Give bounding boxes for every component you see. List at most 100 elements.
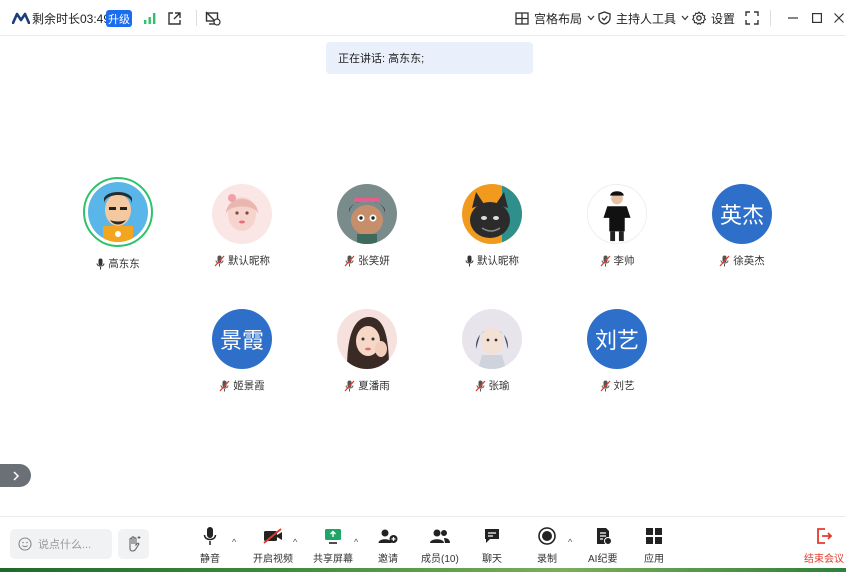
mic-icon xyxy=(203,527,217,545)
raise-hand-icon xyxy=(128,536,140,552)
participant-name: 张瑜 xyxy=(475,378,510,393)
participant-name: 高东东 xyxy=(96,256,140,271)
record-icon xyxy=(538,527,556,545)
avatar: 刘艺 xyxy=(587,309,647,369)
camera-off-icon xyxy=(263,528,282,544)
host-tools-menu[interactable]: 主持人工具 xyxy=(598,0,689,36)
divider xyxy=(770,0,771,36)
participant-tile[interactable]: 默认昵称 xyxy=(437,184,547,268)
bottom-toolbar: 说点什么... 静音 ^ 开启视频 ^ 共享屏幕 ^ 邀请 成员(10) 聊天 … xyxy=(0,516,846,572)
mic-icon xyxy=(465,255,474,266)
add-user-icon xyxy=(378,529,398,543)
man-black-tshirt-avatar-icon xyxy=(588,185,646,243)
cartoon-girl-avatar-icon xyxy=(337,184,397,244)
members-button[interactable]: 成员(10) xyxy=(421,525,459,565)
mic-muted-icon xyxy=(219,380,230,391)
external-window-icon[interactable] xyxy=(167,0,182,36)
participant-name: 李帅 xyxy=(600,253,635,268)
participant-name: 徐英杰 xyxy=(719,253,765,268)
emoji-icon xyxy=(18,537,32,551)
start-video-button[interactable]: 开启视频 xyxy=(253,525,293,565)
end-meeting-button[interactable]: 结束会议 xyxy=(804,525,844,565)
side-panel-toggle[interactable] xyxy=(0,464,31,487)
avatar xyxy=(212,184,272,244)
layout-label: 宫格布局 xyxy=(534,11,583,26)
participant-tile[interactable]: 英杰 徐英杰 xyxy=(687,184,797,268)
participant-tile[interactable]: 景霞 姬景霞 xyxy=(187,309,297,393)
layout-menu[interactable]: 宫格布局 xyxy=(515,0,595,36)
participant-name: 姬景霞 xyxy=(219,378,265,393)
invite-button[interactable]: 邀请 xyxy=(378,525,398,565)
signal-icon[interactable] xyxy=(143,0,157,36)
raise-hand-button[interactable] xyxy=(118,529,149,559)
settings-button[interactable]: 设置 xyxy=(692,0,735,36)
members-icon xyxy=(429,529,450,543)
close-icon[interactable] xyxy=(834,0,844,36)
participant-tile[interactable]: 张笑妍 xyxy=(312,184,422,268)
chat-icon xyxy=(485,529,499,543)
exit-icon xyxy=(817,528,833,544)
quick-chat-input[interactable]: 说点什么... xyxy=(10,529,112,559)
participant-name: 夏潘雨 xyxy=(344,378,390,393)
record-button[interactable]: 录制 xyxy=(537,525,557,565)
mic-muted-icon xyxy=(600,380,610,391)
shield-icon xyxy=(598,11,611,25)
mic-muted-icon xyxy=(475,380,485,391)
ai-notes-icon xyxy=(596,528,612,545)
participant-tile[interactable]: 李帅 xyxy=(562,184,672,268)
participant-name: 张笑妍 xyxy=(344,253,390,268)
apps-icon xyxy=(646,528,662,544)
avatar xyxy=(83,177,153,247)
participant-tile[interactable]: 刘艺 刘艺 xyxy=(562,309,672,393)
settings-label: 设置 xyxy=(711,11,736,26)
mic-muted-icon xyxy=(344,380,355,391)
participant-name: 默认昵称 xyxy=(465,253,519,268)
avatar xyxy=(462,184,522,244)
anime-man-avatar-icon xyxy=(462,309,522,369)
screen-share-off-icon[interactable] xyxy=(205,0,221,36)
chevron-down-icon xyxy=(587,15,595,21)
cartoon-man-avatar-icon xyxy=(88,182,148,242)
chevron-down-icon xyxy=(681,15,689,21)
mic-icon xyxy=(96,258,105,269)
avatar: 景霞 xyxy=(212,309,272,369)
avatar xyxy=(337,309,397,369)
mic-muted-icon xyxy=(214,255,225,266)
share-options-caret[interactable]: ^ xyxy=(354,537,358,547)
chat-button[interactable]: 聊天 xyxy=(482,525,502,565)
maximize-icon[interactable] xyxy=(812,0,822,36)
chevron-right-icon xyxy=(12,470,19,481)
woman-selfie-avatar-icon xyxy=(337,309,397,369)
black-cat-avatar-icon xyxy=(462,184,522,244)
mute-button[interactable]: 静音 xyxy=(200,525,220,565)
share-screen-icon xyxy=(325,529,341,544)
video-options-caret[interactable]: ^ xyxy=(293,537,297,547)
mic-muted-icon xyxy=(600,255,610,266)
host-tools-label: 主持人工具 xyxy=(616,11,677,26)
taskbar-strip xyxy=(0,568,846,572)
fullscreen-icon[interactable] xyxy=(745,0,759,36)
avatar xyxy=(587,184,647,244)
participant-tile[interactable]: 默认昵称 xyxy=(187,184,297,268)
remaining-time: 剩余时长03:49 xyxy=(32,11,111,26)
record-options-caret[interactable]: ^ xyxy=(568,537,572,547)
mic-options-caret[interactable]: ^ xyxy=(232,537,236,547)
avatar xyxy=(462,309,522,369)
participant-tile[interactable]: 夏潘雨 xyxy=(312,309,422,393)
chat-placeholder: 说点什么... xyxy=(38,539,92,551)
participant-name: 刘艺 xyxy=(600,378,635,393)
ai-notes-button[interactable]: AI纪要 xyxy=(588,525,617,565)
mic-muted-icon xyxy=(719,255,730,266)
share-screen-button[interactable]: 共享屏幕 xyxy=(313,525,353,565)
speaking-indicator: 正在讲话: 高东东; xyxy=(326,42,533,74)
top-bar: 剩余时长03:49 升级 宫格布局 主持人工具 设置 xyxy=(0,0,846,36)
minimize-icon[interactable] xyxy=(788,0,798,36)
upgrade-button[interactable]: 升级 xyxy=(106,10,132,27)
apps-button[interactable]: 应用 xyxy=(644,525,664,565)
participant-name: 默认昵称 xyxy=(214,253,270,268)
grid-layout-icon xyxy=(515,11,529,25)
gear-icon xyxy=(692,11,706,25)
participant-tile[interactable]: 张瑜 xyxy=(437,309,547,393)
participant-tile[interactable]: 高东东 xyxy=(63,177,173,271)
avatar: 英杰 xyxy=(712,184,772,244)
